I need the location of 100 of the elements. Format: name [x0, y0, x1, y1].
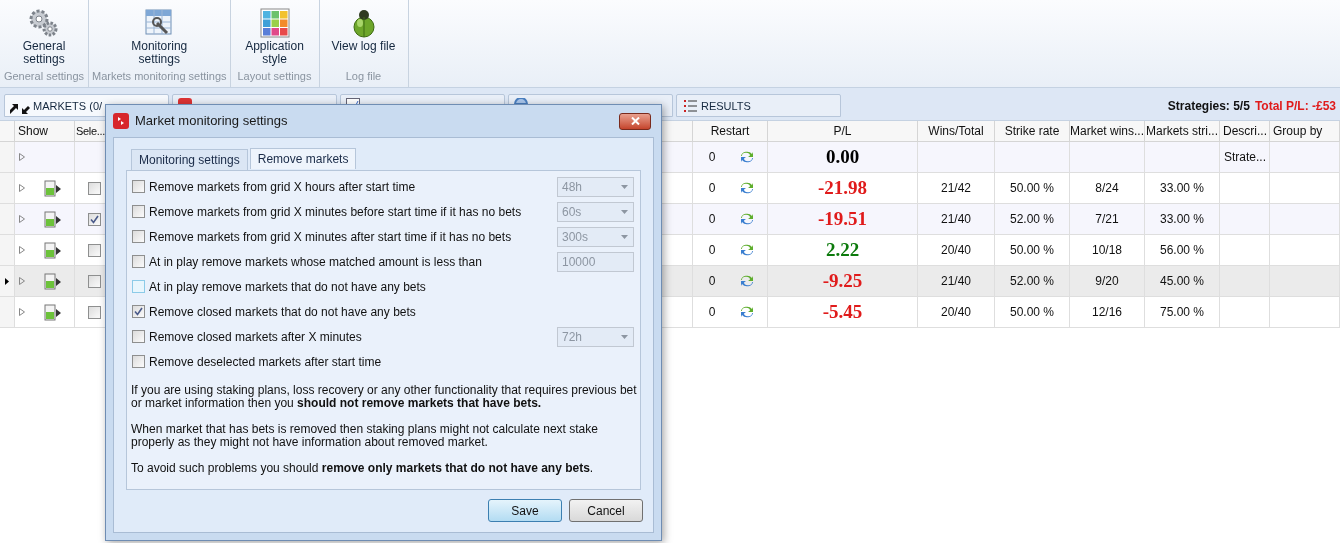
checkbox[interactable] — [88, 181, 101, 195]
profit-loss-value: 2.22 — [825, 237, 860, 262]
checkbox[interactable] — [88, 212, 101, 226]
info-paragraph: When market that has bets is removed then staking plans might not calculate next stake properly as they might not have information about removed market. — [131, 423, 599, 449]
dialog-tab[interactable]: Remove markets — [249, 148, 357, 169]
document-arrow-icon[interactable] — [44, 179, 62, 197]
checkbox[interactable] — [132, 355, 145, 368]
table-wrench-icon — [144, 8, 175, 38]
column-header[interactable]: Descri... — [1223, 122, 1267, 140]
refresh-icon[interactable] — [739, 149, 756, 165]
option-label: Remove closed markets after X minutes — [149, 328, 363, 346]
refresh-icon[interactable] — [739, 304, 756, 320]
column-header[interactable]: Strike rate — [1004, 122, 1060, 140]
toolbar-button[interactable]: View log file — [321, 6, 406, 68]
info-paragraph: To avoid such problems you should remove only markets that do not have any bets. — [131, 462, 595, 475]
document-arrow-icon[interactable] — [44, 303, 62, 321]
refresh-icon[interactable] — [739, 180, 756, 196]
checkbox[interactable] — [132, 255, 145, 268]
restart-count: 0 — [708, 211, 716, 228]
table-cell-text: 33.00 % — [1159, 180, 1204, 197]
option-label: Remove markets from grid X hours after start time — [149, 178, 417, 196]
group-caption: Layout settings — [236, 68, 313, 84]
checkbox[interactable] — [132, 205, 145, 218]
strategies-count: Strategies: 5/5 — [1167, 97, 1250, 115]
table-cell-text: 52.00 % — [1009, 273, 1054, 290]
close-button[interactable] — [619, 112, 651, 130]
info-paragraph: If you are using staking plans, loss recovery or any other functionality that requires previous bet or market information then you should not remove markets that have bets. — [131, 384, 637, 410]
close-icon — [630, 117, 640, 125]
tab[interactable]: RESULTS — [676, 94, 841, 117]
checkbox[interactable] — [132, 305, 145, 318]
dialog-button[interactable]: Cancel — [569, 499, 643, 522]
expand-arrow-icon[interactable] — [19, 277, 25, 285]
option-label: At in play remove markets that do not have any bets — [149, 278, 427, 296]
table-cell-text: 50.00 % — [1009, 304, 1054, 321]
refresh-icon[interactable] — [739, 211, 756, 227]
checkbox[interactable] — [88, 274, 101, 288]
caret-icon — [621, 184, 628, 189]
column-header[interactable]: Show — [18, 122, 49, 140]
column-header[interactable]: Market wins... — [1070, 122, 1144, 140]
app-logo-icon — [113, 113, 129, 129]
checkbox[interactable] — [88, 305, 101, 319]
table-cell-text: 21/40 — [941, 273, 971, 290]
expand-arrow-icon[interactable] — [19, 246, 25, 254]
group-caption: General settings — [2, 68, 86, 84]
current-row-icon — [5, 277, 9, 285]
refresh-icon[interactable] — [739, 273, 756, 289]
column-header[interactable]: Wins/Total — [928, 122, 984, 140]
profit-loss-value: -21.98 — [817, 175, 868, 200]
expand-arrow-icon[interactable] — [19, 215, 25, 223]
toolbar-button[interactable]: Monitoring settings — [117, 6, 202, 68]
checkbox[interactable] — [132, 180, 145, 193]
table-cell-text: 8/24 — [1095, 180, 1119, 197]
table-cell-text: 45.00 % — [1159, 273, 1204, 290]
column-header[interactable]: Sele... — [76, 122, 106, 140]
table-cell-text: 56.00 % — [1159, 242, 1204, 259]
table-cell-text: 12/16 — [1092, 304, 1122, 321]
option-label: Remove deselected markets after start time — [149, 353, 383, 371]
option-label: At in play remove markets whose matched amount is less than — [149, 253, 483, 271]
checkbox[interactable] — [132, 230, 145, 243]
table-cell-text: Strate... — [1224, 149, 1267, 166]
table-cell-text: 7/21 — [1095, 211, 1119, 228]
restart-count: 0 — [708, 180, 716, 197]
group-caption: Log file — [344, 68, 383, 84]
document-arrow-icon[interactable] — [44, 210, 62, 228]
profit-loss-value: -9.25 — [822, 268, 863, 293]
option-label: Remove markets from grid X minutes before start time if it has no bets — [149, 203, 523, 221]
column-header[interactable]: Markets stri... — [1146, 122, 1218, 140]
profit-loss-value: 0.00 — [825, 144, 860, 169]
restart-count: 0 — [708, 273, 716, 290]
table-cell-text: 21/40 — [941, 211, 971, 228]
toolbar-button[interactable]: Application style — [232, 6, 317, 68]
option-label: Remove closed markets that do not have any bets — [149, 303, 417, 321]
table-cell-text: 9/20 — [1095, 273, 1119, 290]
table-cell-text: 20/40 — [941, 242, 971, 259]
table-cell-text: 20/40 — [941, 304, 971, 321]
document-arrow-icon[interactable] — [44, 272, 62, 290]
total-profit-loss: Total P/L: -£53 — [1254, 97, 1336, 115]
table-cell-text: 50.00 % — [1009, 180, 1054, 197]
table-cell-text: 50.00 % — [1009, 242, 1054, 259]
dialog-tab[interactable]: Monitoring settings — [131, 149, 248, 170]
row-header[interactable] — [0, 266, 15, 296]
option-label: Remove markets from grid X minutes after start time if it has no bets — [149, 228, 513, 246]
expand-arrow-icon[interactable] — [19, 308, 25, 316]
expand-arrow-icon[interactable] — [19, 153, 25, 161]
table-cell-text: 75.00 % — [1159, 304, 1204, 321]
refresh-icon[interactable] — [739, 242, 756, 258]
dialog-button[interactable]: Save — [488, 499, 562, 522]
checkbox[interactable] — [132, 280, 145, 293]
restart-count: 0 — [708, 149, 716, 166]
column-header[interactable]: P/L — [833, 122, 852, 140]
document-arrow-icon[interactable] — [44, 241, 62, 259]
checkbox[interactable] — [132, 330, 145, 343]
checkbox[interactable] — [88, 243, 101, 257]
column-header[interactable]: Restart — [710, 122, 750, 140]
toolbar-button[interactable]: General settings — [2, 6, 86, 68]
expand-arrow-icon[interactable] — [19, 184, 25, 192]
restart-count: 0 — [708, 304, 716, 321]
list-icon — [682, 98, 698, 114]
column-header[interactable]: Group by — [1273, 122, 1323, 140]
caret-icon — [621, 334, 628, 339]
